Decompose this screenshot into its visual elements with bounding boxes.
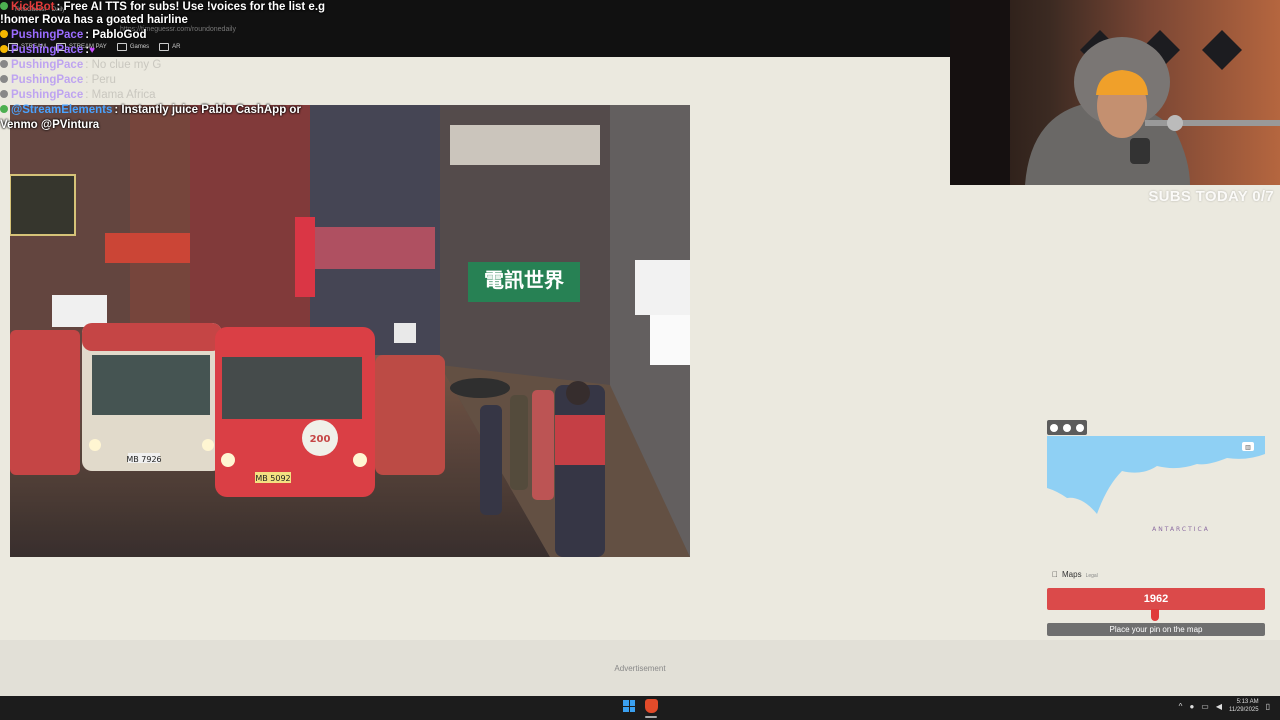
windows-start-icon[interactable] <box>623 700 635 712</box>
year-slider-handle[interactable] <box>1151 609 1159 621</box>
system-tray: ^ ● ▭ ◀ 5:13 AM 11/29/2025 ▯ <box>1179 698 1270 714</box>
apple-icon:  <box>1052 570 1058 579</box>
chat-line: PushingPace : PabloGod <box>0 28 147 42</box>
heart-icon: ♥ <box>89 45 95 56</box>
chat-line: !homer Rova has a goated hairline <box>0 13 188 27</box>
maps-attribution:  Maps Legal <box>1052 570 1098 579</box>
chat-message: : Peru <box>85 74 116 86</box>
chat-line: @StreamElements : Instantly juice Pablo … <box>0 103 301 117</box>
chat-line: PushingPace : No clue my G <box>0 58 161 72</box>
user-badge-icon <box>0 2 8 10</box>
streamer-image <box>950 0 1280 185</box>
time-text: 5:13 AM <box>1236 699 1259 705</box>
map-svg[interactable]: ▥ ANTARCTICA <box>1047 436 1265 565</box>
ad-label: Advertisement <box>614 664 666 673</box>
pin-icon[interactable] <box>1062 423 1071 432</box>
user-badge-icon <box>0 75 8 83</box>
chat-user: KickBot <box>11 1 55 13</box>
chat-user: PushingPace <box>11 59 84 71</box>
collapse-icon[interactable] <box>1076 423 1085 432</box>
date-text: 11/29/2025 <box>1229 707 1259 713</box>
network-icon[interactable]: ▭ <box>1201 702 1209 711</box>
bookmark-games[interactable]: Games <box>116 43 149 51</box>
chat-line: KickBot : Free AI TTS for subs! Use !voi… <box>0 0 325 14</box>
webcam-feed <box>950 0 1280 185</box>
folder-icon <box>116 43 127 51</box>
bookmark-ar[interactable]: AR <box>159 43 181 51</box>
subs-counter: SUBS TODAY 0/7 <box>1148 188 1274 205</box>
place-pin-button[interactable]: Place your pin on the map <box>1047 623 1265 636</box>
year-display: 1962 <box>1047 588 1265 610</box>
chat-message: : Free AI TTS for subs! Use !voices for … <box>56 1 326 13</box>
map-canvas[interactable]: ▥ ANTARCTICA <box>1047 436 1265 565</box>
clock[interactable]: 5:13 AM 11/29/2025 <box>1229 698 1259 714</box>
chat-user: @StreamElements <box>11 104 113 116</box>
chat-line: Venmo @PVintura <box>0 118 99 132</box>
chat-message: : Mama Africa <box>85 89 156 101</box>
user-badge-icon <box>0 105 8 113</box>
chat-user: PushingPace <box>11 74 84 86</box>
maps-brand: Maps <box>1056 570 1082 579</box>
legal-link[interactable]: Legal <box>1086 573 1098 579</box>
user-badge-icon <box>0 90 8 98</box>
guess-map[interactable]: ▥ ANTARCTICA <box>1047 420 1265 565</box>
svg-text:▥: ▥ <box>1245 444 1251 451</box>
crown-icon <box>0 45 8 53</box>
crown-icon <box>0 30 8 38</box>
expand-icon[interactable] <box>1049 423 1058 432</box>
notification-icon[interactable]: ▯ <box>1266 702 1270 711</box>
chat-line: PushingPace : Mama Africa <box>0 88 156 102</box>
active-indicator <box>645 716 657 718</box>
chat-message: !homer Rova has a goated hairline <box>0 14 188 26</box>
chat-user: PushingPace <box>11 29 84 41</box>
chat-message: : PabloGod <box>85 29 147 41</box>
map-toolbar <box>1047 420 1087 435</box>
volume-icon[interactable]: ◀ <box>1216 702 1222 711</box>
microphone-icon[interactable]: ● <box>1189 702 1194 711</box>
folder-icon <box>159 43 170 51</box>
chevron-up-icon[interactable]: ^ <box>1179 702 1183 711</box>
chat-message: Venmo @PVintura <box>0 119 100 131</box>
chat-user: PushingPace <box>11 44 84 56</box>
brave-browser-icon[interactable] <box>645 699 658 713</box>
taskbar: ^ ● ▭ ◀ 5:13 AM 11/29/2025 ▯ <box>0 696 1280 720</box>
map-label: ANTARCTICA <box>1152 526 1210 533</box>
chat-line: PushingPace : ♥ <box>0 43 95 58</box>
round-photo: 電訊世界 MB 7926 MB 5092 200 <box>10 105 690 557</box>
chat-line: PushingPace : Peru <box>0 73 116 87</box>
chat-message: : No clue my G <box>85 59 162 71</box>
user-badge-icon <box>0 60 8 68</box>
chat-user: PushingPace <box>11 89 84 101</box>
street-scene-image: 電訊世界 MB 7926 MB 5092 200 <box>10 105 690 557</box>
chat-message: : Instantly juice Pablo CashApp or <box>114 104 301 116</box>
